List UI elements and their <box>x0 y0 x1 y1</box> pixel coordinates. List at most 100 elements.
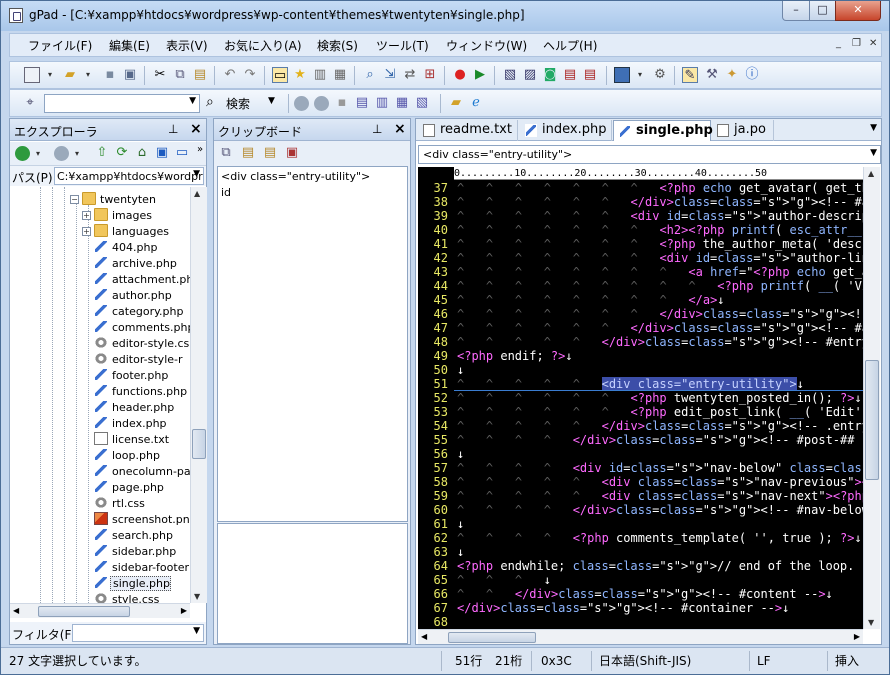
output-pane-icon[interactable]: ▦ <box>332 67 348 83</box>
tree-item[interactable]: comments.php <box>94 320 190 336</box>
up-folder-icon[interactable]: ⇧ <box>94 145 110 161</box>
undo-icon[interactable]: ↶ <box>222 67 238 83</box>
filter-input[interactable]: ▼ <box>72 624 204 642</box>
minimize-button[interactable]: – <box>782 1 810 21</box>
back-dropdown-icon[interactable]: ▾ <box>34 146 42 162</box>
editor-vertical-scrollbar[interactable]: ▲ ▼ <box>863 167 880 629</box>
paste-icon[interactable]: ▤ <box>192 67 208 83</box>
menu-edit[interactable]: 編集(E) <box>109 37 150 54</box>
explorer-horizontal-scrollbar[interactable]: ◀ ▶ <box>10 603 190 618</box>
search-icon[interactable]: ⌕ <box>206 94 214 110</box>
tree-item[interactable]: attachment.ph <box>94 272 190 288</box>
highlight-icon[interactable]: ✎ <box>682 67 698 83</box>
clip-paste-icon[interactable]: ▤ <box>240 145 256 161</box>
menu-view[interactable]: 表示(V) <box>166 37 208 54</box>
forward-dropdown-icon[interactable]: ▾ <box>73 146 81 162</box>
tab-list-dropdown-icon[interactable]: ▼ <box>870 123 877 133</box>
tile-h-icon[interactable]: ▤ <box>354 95 370 111</box>
clipboard-pane-icon[interactable]: ▥ <box>312 67 328 83</box>
tree-item[interactable]: page.php <box>94 480 164 496</box>
menu-favorites[interactable]: お気に入り(A) <box>224 37 302 54</box>
mdi-restore-icon[interactable]: ❐ <box>852 38 861 49</box>
grep-icon[interactable]: ⊞ <box>422 67 438 83</box>
status-insert-mode[interactable]: 挿入 <box>835 651 859 671</box>
favorites-star-icon[interactable]: ★ <box>292 67 308 83</box>
info-icon[interactable]: ⓘ <box>744 67 760 83</box>
tree-item[interactable]: sidebar.php <box>94 544 176 560</box>
clip-clear-icon[interactable]: ▣ <box>284 145 300 161</box>
tree-item[interactable]: onecolumn-pa <box>94 464 190 480</box>
tree-item[interactable]: author.php <box>94 288 172 304</box>
tree-item[interactable]: index.php <box>94 416 167 432</box>
tree-item[interactable]: rtl.css <box>94 496 145 512</box>
tree-item[interactable]: style.css <box>94 592 159 603</box>
tree-item[interactable]: 404.php <box>94 240 157 256</box>
find-icon[interactable]: ⌕ <box>362 67 378 83</box>
chevron-down-icon[interactable]: ▼ <box>193 169 200 179</box>
menu-search[interactable]: 検索(S) <box>317 37 358 54</box>
mdi-close-icon[interactable]: ✕ <box>869 38 877 49</box>
close-icon[interactable]: × <box>394 121 406 137</box>
toolbar-icon-a2[interactable]: ▨ <box>522 67 538 83</box>
clip-copy-icon[interactable]: ⧉ <box>218 145 234 161</box>
menu-tools[interactable]: ツール(T) <box>376 37 429 54</box>
search-combo[interactable]: ▼ <box>44 94 200 113</box>
clipboard-entry[interactable]: id <box>221 185 404 201</box>
find-next-icon[interactable]: ⇲ <box>382 67 398 83</box>
mdi-minimize-icon[interactable]: _ <box>836 38 841 49</box>
explorer-back-icon[interactable] <box>15 146 30 161</box>
path-input[interactable]: C:¥xampp¥htdocs¥wordpr ▼ <box>54 167 204 185</box>
clipboard-list[interactable]: <div class="entry-utility"> id <box>217 166 408 522</box>
menu-window[interactable]: ウィンドウ(W) <box>446 37 527 54</box>
tree-item[interactable]: sidebar-footer <box>94 560 189 576</box>
title-bar[interactable]: gPad - [C:¥xampp¥htdocs¥wordpress¥wp-con… <box>1 1 889 31</box>
tree-item[interactable]: single.php <box>94 576 171 592</box>
tab-readme[interactable]: readme.txt <box>418 120 518 141</box>
tree-item[interactable]: − twentyten <box>70 192 156 208</box>
expand-icon[interactable]: + <box>82 227 91 236</box>
menu-help[interactable]: ヘルプ(H) <box>543 37 597 54</box>
back-icon[interactable] <box>294 96 309 111</box>
search-button[interactable]: 検索 <box>226 95 250 112</box>
tree-item[interactable]: license.txt <box>94 432 169 448</box>
layout-dropdown-icon[interactable]: ▾ <box>636 67 644 83</box>
search-target-icon[interactable]: ⌖ <box>22 95 38 111</box>
status-encoding[interactable]: 日本語(Shift-JIS) <box>599 651 691 671</box>
folder-icon[interactable]: ▰ <box>448 95 464 111</box>
record-macro-icon[interactable]: ● <box>452 67 468 83</box>
window-layout-icon[interactable] <box>614 67 630 83</box>
expand-icon[interactable]: + <box>82 211 91 220</box>
explorer-vertical-scrollbar[interactable]: ▲ ▼ <box>190 187 207 603</box>
tools-icon[interactable]: ⚒ <box>704 67 720 83</box>
search-dropdown-icon[interactable]: ▼ <box>268 96 275 106</box>
collapse-icon[interactable]: − <box>70 195 79 204</box>
redo-icon[interactable]: ↷ <box>242 67 258 83</box>
tile-v-icon[interactable]: ▥ <box>374 95 390 111</box>
open-dropdown-icon[interactable]: ▾ <box>84 67 92 83</box>
home-icon[interactable]: ⌂ <box>134 145 150 161</box>
chevron-down-icon[interactable]: ▼ <box>189 96 196 106</box>
play-macro-icon[interactable]: ▶ <box>472 67 488 83</box>
toolbar-icon-a5[interactable]: ▤ <box>582 67 598 83</box>
tab-ja-po[interactable]: ja.po <box>712 120 774 141</box>
tree-item[interactable]: archive.php <box>94 256 177 272</box>
replace-icon[interactable]: ⇄ <box>402 67 418 83</box>
tree-item[interactable]: editor-style.cs <box>94 336 189 352</box>
status-eol[interactable]: LF <box>757 651 771 671</box>
save-all-icon[interactable]: ▣ <box>122 67 138 83</box>
new-file-icon[interactable] <box>24 67 40 83</box>
tree-item[interactable]: category.php <box>94 304 183 320</box>
browser-icon[interactable]: ℯ <box>468 95 484 111</box>
refresh-icon[interactable]: ⟳ <box>114 145 130 161</box>
scroll-thumb[interactable] <box>448 632 536 643</box>
new-dropdown-icon[interactable]: ▾ <box>46 67 54 83</box>
tab-single[interactable]: single.php <box>613 120 713 141</box>
menu-file[interactable]: ファイル(F) <box>28 37 92 54</box>
close-icon[interactable]: × <box>190 121 202 137</box>
tree-item[interactable]: search.php <box>94 528 173 544</box>
close-button[interactable]: ✕ <box>835 1 881 21</box>
explorer-toggle-icon[interactable]: ▭ <box>272 67 288 83</box>
explorer-forward-icon[interactable] <box>54 146 69 161</box>
forward-icon[interactable] <box>314 96 329 111</box>
tree-item[interactable]: + languages <box>82 224 169 240</box>
